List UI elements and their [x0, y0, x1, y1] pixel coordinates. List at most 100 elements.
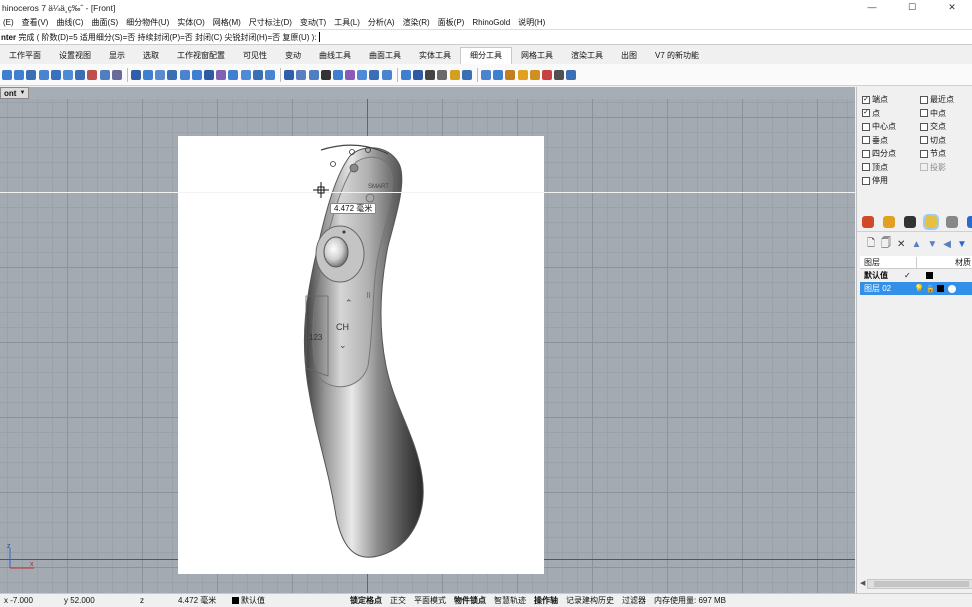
toolbar-tab[interactable]: 细分工具 — [460, 47, 512, 64]
osnap-checkbox[interactable] — [920, 109, 928, 118]
toolbar-tool-icon[interactable] — [179, 69, 190, 80]
toolbar-tool-icon[interactable] — [26, 69, 37, 80]
toolbar-tool-icon[interactable] — [381, 69, 392, 80]
status-toggle[interactable]: 过滤器 — [618, 595, 650, 606]
status-toggle[interactable]: 记录建构历史 — [562, 595, 618, 606]
toolbar-tool-icon[interactable] — [111, 69, 122, 80]
column-layer[interactable]: 图层 — [860, 256, 917, 268]
toolbar-tool-icon[interactable] — [357, 69, 368, 80]
reference-image[interactable]: SMART CH ⌃ ⌄ 123 ⠿ — [178, 136, 544, 574]
extra-icon[interactable] — [967, 215, 972, 228]
toolbar-tool-icon[interactable] — [566, 69, 577, 80]
toolbar-tool-icon[interactable] — [167, 69, 178, 80]
toolbar-tool-icon[interactable] — [554, 69, 565, 80]
toolbar-tab[interactable]: 网格工具 — [512, 50, 562, 64]
toolbar-tool-icon[interactable] — [308, 69, 319, 80]
toolbar-tool-icon[interactable] — [14, 69, 25, 80]
menu-item[interactable]: 细分物件(U) — [123, 17, 174, 28]
status-toggle[interactable]: 物件锁点 — [450, 595, 490, 606]
toolbar-tab[interactable]: V7 的新功能 — [646, 50, 708, 64]
menu-item[interactable]: 工具(L) — [331, 17, 365, 28]
toolbar-tool-icon[interactable] — [252, 69, 263, 80]
osnap-checkbox[interactable] — [920, 149, 928, 158]
osnap-option[interactable]: 中点 — [915, 108, 972, 119]
horizontal-scrollbar[interactable]: ◀ — [860, 579, 972, 589]
move-up-icon[interactable]: ▲ — [911, 239, 921, 250]
toolbar-tool-icon[interactable] — [296, 69, 307, 80]
toolbar-tool-icon[interactable] — [480, 69, 491, 80]
osnap-checkbox[interactable] — [862, 163, 870, 172]
status-toggle[interactable]: 智慧轨迹 — [490, 595, 530, 606]
toolbar-tool-icon[interactable] — [505, 69, 516, 80]
delete-layer-icon[interactable]: ✕ — [897, 239, 905, 250]
osnap-checkbox[interactable] — [920, 122, 928, 131]
lock-icon[interactable]: 🔓 — [926, 285, 935, 293]
osnap-checkbox[interactable] — [862, 149, 870, 158]
toolbar-tab[interactable]: 设置视图 — [50, 50, 100, 64]
toolbar-tab[interactable]: 渲染工具 — [562, 50, 612, 64]
toolbar-tab[interactable]: 出图 — [612, 50, 646, 64]
filter-icon[interactable]: ▼ — [957, 239, 967, 250]
menu-item[interactable]: 说明(H) — [515, 17, 550, 28]
status-toggle[interactable]: 锁定格点 — [346, 595, 386, 606]
menu-item[interactable]: RhinoGold — [469, 18, 515, 27]
osnap-checkbox[interactable]: ✓ — [862, 95, 870, 104]
layer-row-default[interactable]: 默认值 ✓ — [860, 269, 972, 282]
column-material[interactable]: 材质 — [917, 257, 972, 268]
toolbar-tool-icon[interactable] — [449, 69, 460, 80]
front-viewport[interactable]: SMART CH ⌃ ⌄ 123 ⠿ 4.472 毫米 z x — [0, 99, 855, 593]
arrow-left-icon[interactable]: ◀ — [943, 239, 951, 250]
toolbar-tab[interactable]: 实体工具 — [410, 50, 460, 64]
osnap-option[interactable]: 垂点 — [857, 135, 915, 146]
render-icon[interactable] — [883, 215, 895, 228]
toolbar-tool-icon[interactable] — [87, 69, 98, 80]
menu-item[interactable]: 尺寸标注(D) — [246, 17, 297, 28]
minimize-button[interactable]: — — [852, 2, 892, 13]
osnap-option[interactable]: ✓ 点 — [857, 108, 915, 119]
osnap-checkbox[interactable] — [862, 136, 870, 145]
toolbar-tool-icon[interactable] — [320, 69, 331, 80]
osnap-option[interactable]: 中心点 — [857, 121, 915, 132]
scroll-thumb[interactable] — [874, 581, 969, 587]
toolbar-tab[interactable]: 变动 — [276, 50, 310, 64]
status-toggle[interactable]: 正交 — [386, 595, 410, 606]
menu-item[interactable]: (E) — [0, 18, 19, 27]
toolbar-tool-icon[interactable] — [413, 69, 423, 80]
status-toggle[interactable]: 平面模式 — [410, 595, 450, 606]
toolbar-tool-icon[interactable] — [38, 69, 49, 80]
properties-icon[interactable] — [862, 215, 874, 228]
toolbar-tool-icon[interactable] — [2, 69, 12, 80]
toolbar-tool-icon[interactable] — [461, 69, 472, 80]
lightbulb-icon[interactable]: 💡 — [914, 284, 924, 293]
osnap-option[interactable]: 交点 — [915, 121, 972, 132]
layer-color-swatch[interactable] — [936, 285, 944, 292]
osnap-checkbox[interactable] — [920, 136, 928, 145]
toolbar-tool-icon[interactable] — [493, 69, 504, 80]
toolbar-tab[interactable]: 曲线工具 — [310, 50, 360, 64]
toolbar-tool-icon[interactable] — [400, 69, 411, 80]
toolbar-tool-icon[interactable] — [204, 69, 214, 80]
toolbar-tool-icon[interactable] — [99, 69, 110, 80]
toolbar-tool-icon[interactable] — [62, 69, 73, 80]
toolbar-tab[interactable]: 选取 — [134, 50, 168, 64]
toolbar-tool-icon[interactable] — [155, 69, 166, 80]
move-down-icon[interactable]: ▼ — [927, 239, 937, 250]
toolbar-tool-icon[interactable] — [228, 69, 239, 80]
toolbar-tool-icon[interactable] — [517, 69, 528, 80]
viewport-tab-front[interactable]: ont ▼ — [0, 87, 30, 99]
toolbar-tool-icon[interactable] — [437, 69, 448, 80]
display-icon[interactable] — [904, 215, 916, 228]
toolbar-tab[interactable]: 工作视窗配置 — [168, 50, 234, 64]
menu-item[interactable]: 分析(A) — [365, 17, 400, 28]
toolbar-tool-icon[interactable] — [240, 69, 251, 80]
osnap-option[interactable]: 最近点 — [915, 94, 972, 105]
toolbar-tool-icon[interactable] — [345, 69, 356, 80]
status-toggle[interactable]: 操作轴 — [530, 595, 562, 606]
current-layer-indicator[interactable]: 默认值 — [228, 595, 346, 606]
material-swatch[interactable] — [947, 284, 956, 293]
toolbar-tool-icon[interactable] — [332, 69, 343, 80]
menu-item[interactable]: 实体(O) — [174, 17, 210, 28]
toolbar-tool-icon[interactable] — [369, 69, 380, 80]
toolbar-tool-icon[interactable] — [50, 69, 61, 80]
menu-item[interactable]: 查看(V) — [19, 17, 54, 28]
